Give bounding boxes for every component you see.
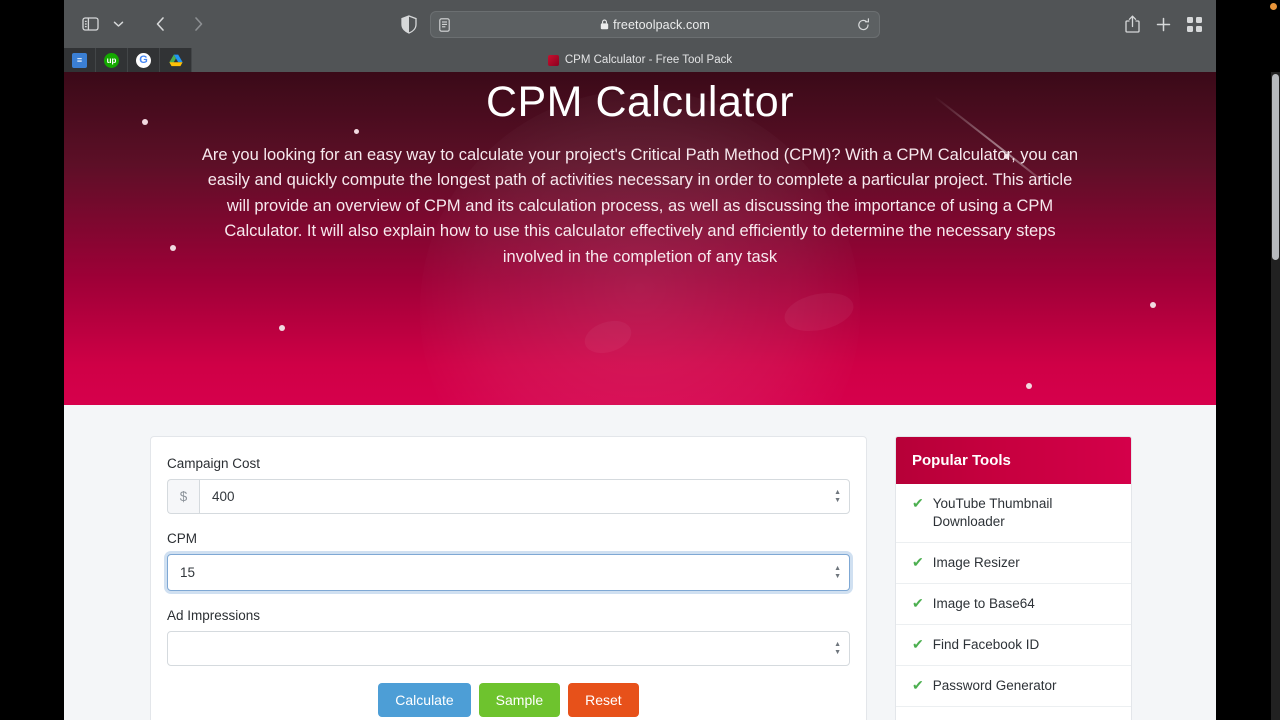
- list-item-label: Password Generator: [932, 678, 1057, 693]
- list-item[interactable]: ✔ Image Resizer: [896, 543, 1131, 584]
- chevron-down-icon[interactable]: [105, 11, 131, 37]
- drive-icon: [168, 53, 183, 68]
- list-item[interactable]: ✔ Image to Base64: [896, 584, 1131, 625]
- label-cpm: CPM: [167, 531, 197, 546]
- stepper-cpm[interactable]: ▲ ▼: [834, 565, 841, 580]
- upwork-icon: up: [104, 52, 119, 68]
- stepper-campaign-cost[interactable]: ▲ ▼: [834, 489, 841, 504]
- sidebar: Popular Tools ✔ YouTube Thumbnail Downlo…: [895, 436, 1132, 720]
- toolbar-left-controls: [64, 11, 211, 37]
- tab-bar: ≡ up G CPM Calculator - Free Tool Pack: [64, 48, 1216, 72]
- active-tab-favicon: [547, 54, 559, 66]
- hero-dot: [279, 325, 285, 331]
- hero-dot: [1026, 383, 1032, 389]
- page-title: CPM Calculator: [485, 78, 795, 126]
- page-viewport: CPM Calculator Are you looking for an ea…: [64, 72, 1216, 720]
- new-tab-icon[interactable]: [1156, 17, 1171, 32]
- pinned-tab-drive[interactable]: [160, 48, 192, 72]
- list-item[interactable]: ✔ Find Facebook ID: [896, 625, 1131, 666]
- document-icon: ≡: [72, 52, 87, 68]
- reset-button[interactable]: Reset: [568, 683, 639, 717]
- label-campaign-cost: Campaign Cost: [167, 456, 261, 471]
- reload-icon[interactable]: [857, 17, 870, 32]
- list-item-label: Image Resizer: [932, 555, 1020, 570]
- list-item-label: Find Facebook ID: [932, 637, 1040, 652]
- field-cpm: CPM 15 ▲ ▼: [167, 531, 850, 591]
- list-item-label: Image to Base64: [932, 596, 1035, 611]
- reader-mode-icon[interactable]: [439, 17, 450, 32]
- page-scrollbar[interactable]: [1271, 72, 1280, 720]
- popular-tools-title: Popular Tools: [896, 437, 1131, 484]
- hero-dot: [1150, 302, 1156, 308]
- browser-chrome: freetoolpack.com ≡ up G CPM Calculator -…: [64, 0, 1216, 72]
- calculate-button[interactable]: Calculate: [378, 683, 471, 717]
- privacy-shield-icon[interactable]: [400, 15, 418, 35]
- notification-dot: [1270, 3, 1277, 10]
- check-icon: ✔: [912, 495, 924, 511]
- lock-icon: [600, 19, 609, 30]
- input-ad-impressions[interactable]: [167, 631, 850, 666]
- label-ad-impressions: Ad Impressions: [167, 608, 261, 623]
- check-icon: ✔: [912, 677, 924, 693]
- toolbar-right-controls: [1125, 0, 1202, 48]
- hero-description: Are you looking for an easy way to calcu…: [201, 146, 1079, 266]
- check-icon: ✔: [912, 595, 924, 611]
- stepper-ad-impressions[interactable]: ▲ ▼: [834, 641, 841, 656]
- forward-icon[interactable]: [185, 11, 211, 37]
- scrollbar-thumb[interactable]: [1272, 74, 1279, 260]
- sample-button[interactable]: Sample: [478, 683, 561, 717]
- active-tab-title: CPM Calculator - Free Tool Pack: [564, 54, 733, 66]
- browser-toolbar: freetoolpack.com: [64, 0, 1216, 48]
- check-icon: ✔: [912, 636, 924, 652]
- list-item[interactable]: ✔ YouTube Thumbnail Downloader: [896, 484, 1131, 543]
- input-cpm[interactable]: 15: [167, 554, 850, 591]
- list-item-label: YouTube Thumbnail Downloader: [932, 496, 1053, 529]
- address-bar[interactable]: freetoolpack.com: [430, 11, 880, 38]
- google-icon: G: [136, 52, 151, 68]
- share-icon[interactable]: [1125, 15, 1140, 33]
- field-campaign-cost: Campaign Cost $ 400 ▲ ▼: [167, 456, 850, 514]
- url-display[interactable]: freetoolpack.com: [431, 18, 879, 32]
- check-icon: ✔: [912, 554, 924, 570]
- pinned-tabs: ≡ up G: [64, 48, 192, 72]
- list-item[interactable]: ✔: [896, 707, 1131, 720]
- currency-prefix: $: [167, 479, 199, 514]
- list-item[interactable]: ✔ Password Generator: [896, 666, 1131, 707]
- pinned-tab-google[interactable]: G: [128, 48, 160, 72]
- back-icon[interactable]: [147, 11, 173, 37]
- popular-tools-panel: Popular Tools ✔ YouTube Thumbnail Downlo…: [895, 436, 1132, 720]
- input-campaign-cost[interactable]: 400: [199, 479, 850, 514]
- main-content: Campaign Cost $ 400 ▲▼ CPM 15 ▲▼ Ad Im: [64, 405, 1216, 720]
- button-row: Calculate Sample Reset: [167, 683, 850, 717]
- screen: freetoolpack.com ≡ up G CPM Calculator -…: [0, 0, 1280, 720]
- calculator-card: Campaign Cost $ 400 ▲▼ CPM 15 ▲▼ Ad Im: [150, 436, 867, 720]
- active-tab[interactable]: CPM Calculator - Free Tool Pack: [64, 48, 1216, 72]
- address-bar-area: freetoolpack.com: [400, 11, 880, 38]
- tab-overview-icon[interactable]: [1187, 16, 1202, 32]
- hero-banner: CPM Calculator Are you looking for an ea…: [64, 72, 1216, 405]
- pinned-tab-upwork[interactable]: up: [96, 48, 128, 72]
- sidebar-toggle-icon[interactable]: [77, 11, 103, 37]
- field-ad-impressions: Ad Impressions ▲ ▼: [167, 608, 850, 666]
- url-text: freetoolpack.com: [613, 17, 710, 32]
- pinned-tab-document[interactable]: ≡: [64, 48, 96, 72]
